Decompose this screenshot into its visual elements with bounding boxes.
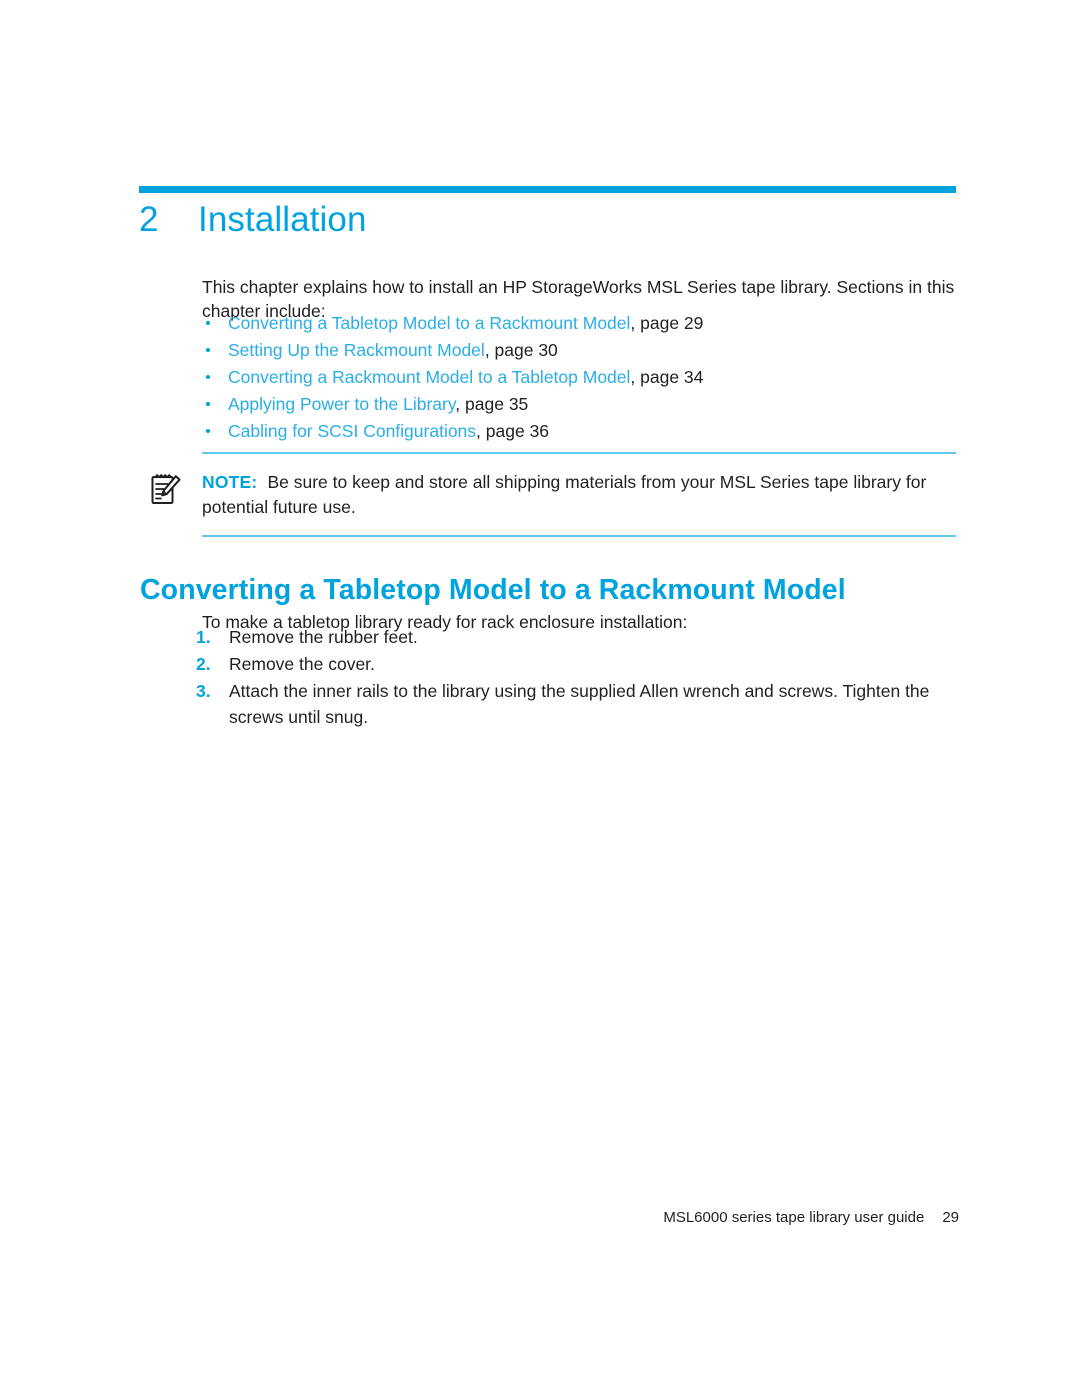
step-text: Attach the inner rails to the library us… xyxy=(229,681,930,727)
section-page-ref: , page 29 xyxy=(630,313,704,333)
chapter-rule xyxy=(139,186,956,193)
step-text: Remove the rubber feet. xyxy=(229,627,418,647)
list-item[interactable]: Applying Power to the Library, page 35 xyxy=(202,391,959,418)
step-number: 2. xyxy=(196,654,211,674)
section-link[interactable]: Converting a Tabletop Model to a Rackmou… xyxy=(228,313,630,333)
note-label: NOTE: xyxy=(202,472,258,492)
note-divider-bottom xyxy=(202,535,956,537)
bullet-icon xyxy=(206,375,210,379)
list-item[interactable]: Converting a Rackmount Model to a Tablet… xyxy=(202,364,959,391)
footer-page-number: 29 xyxy=(942,1209,959,1226)
bullet-icon xyxy=(206,348,210,352)
note-divider-top xyxy=(202,452,956,454)
list-item: 1. Remove the rubber feet. xyxy=(196,624,961,650)
list-item: 2. Remove the cover. xyxy=(196,651,961,677)
list-item[interactable]: Setting Up the Rackmount Model, page 30 xyxy=(202,337,959,364)
note-pad-pencil-icon xyxy=(148,470,186,508)
procedure-steps: 1. Remove the rubber feet. 2. Remove the… xyxy=(196,624,961,731)
document-page: 2 Installation This chapter explains how… xyxy=(0,0,1080,1397)
section-page-ref: , page 36 xyxy=(476,421,550,441)
step-number: 1. xyxy=(196,627,211,647)
list-item[interactable]: Converting a Tabletop Model to a Rackmou… xyxy=(202,310,959,337)
section-link[interactable]: Converting a Rackmount Model to a Tablet… xyxy=(228,367,630,387)
note-text-block: NOTE: Be sure to keep and store all shipp… xyxy=(202,470,959,519)
section-link[interactable]: Setting Up the Rackmount Model xyxy=(228,340,485,360)
chapter-number: 2 xyxy=(139,200,159,239)
section-page-ref: , page 34 xyxy=(630,367,704,387)
step-text: Remove the cover. xyxy=(229,654,375,674)
section-page-ref: , page 35 xyxy=(455,394,529,414)
page-footer: MSL6000 series tape library user guide 29 xyxy=(139,1208,959,1228)
section-title: Converting a Tabletop Model to a Rackmou… xyxy=(140,573,846,606)
section-page-ref: , page 30 xyxy=(484,340,558,360)
chapter-title: 2 Installation xyxy=(139,198,959,242)
bullet-icon xyxy=(206,402,210,406)
bullet-icon xyxy=(206,429,210,433)
bullet-icon xyxy=(206,321,210,325)
chapter-name: Installation xyxy=(198,200,367,239)
section-link[interactable]: Applying Power to the Library xyxy=(228,394,455,414)
list-item: 3. Attach the inner rails to the library… xyxy=(196,678,961,730)
note-text: Be sure to keep and store all shipping m… xyxy=(202,472,927,517)
footer-guide-title: MSL6000 series tape library user guide xyxy=(663,1209,925,1226)
step-number: 3. xyxy=(196,681,211,701)
list-item[interactable]: Cabling for SCSI Configurations, page 36 xyxy=(202,418,959,445)
section-link[interactable]: Cabling for SCSI Configurations xyxy=(228,421,476,441)
chapter-section-list: Converting a Tabletop Model to a Rackmou… xyxy=(202,310,959,445)
